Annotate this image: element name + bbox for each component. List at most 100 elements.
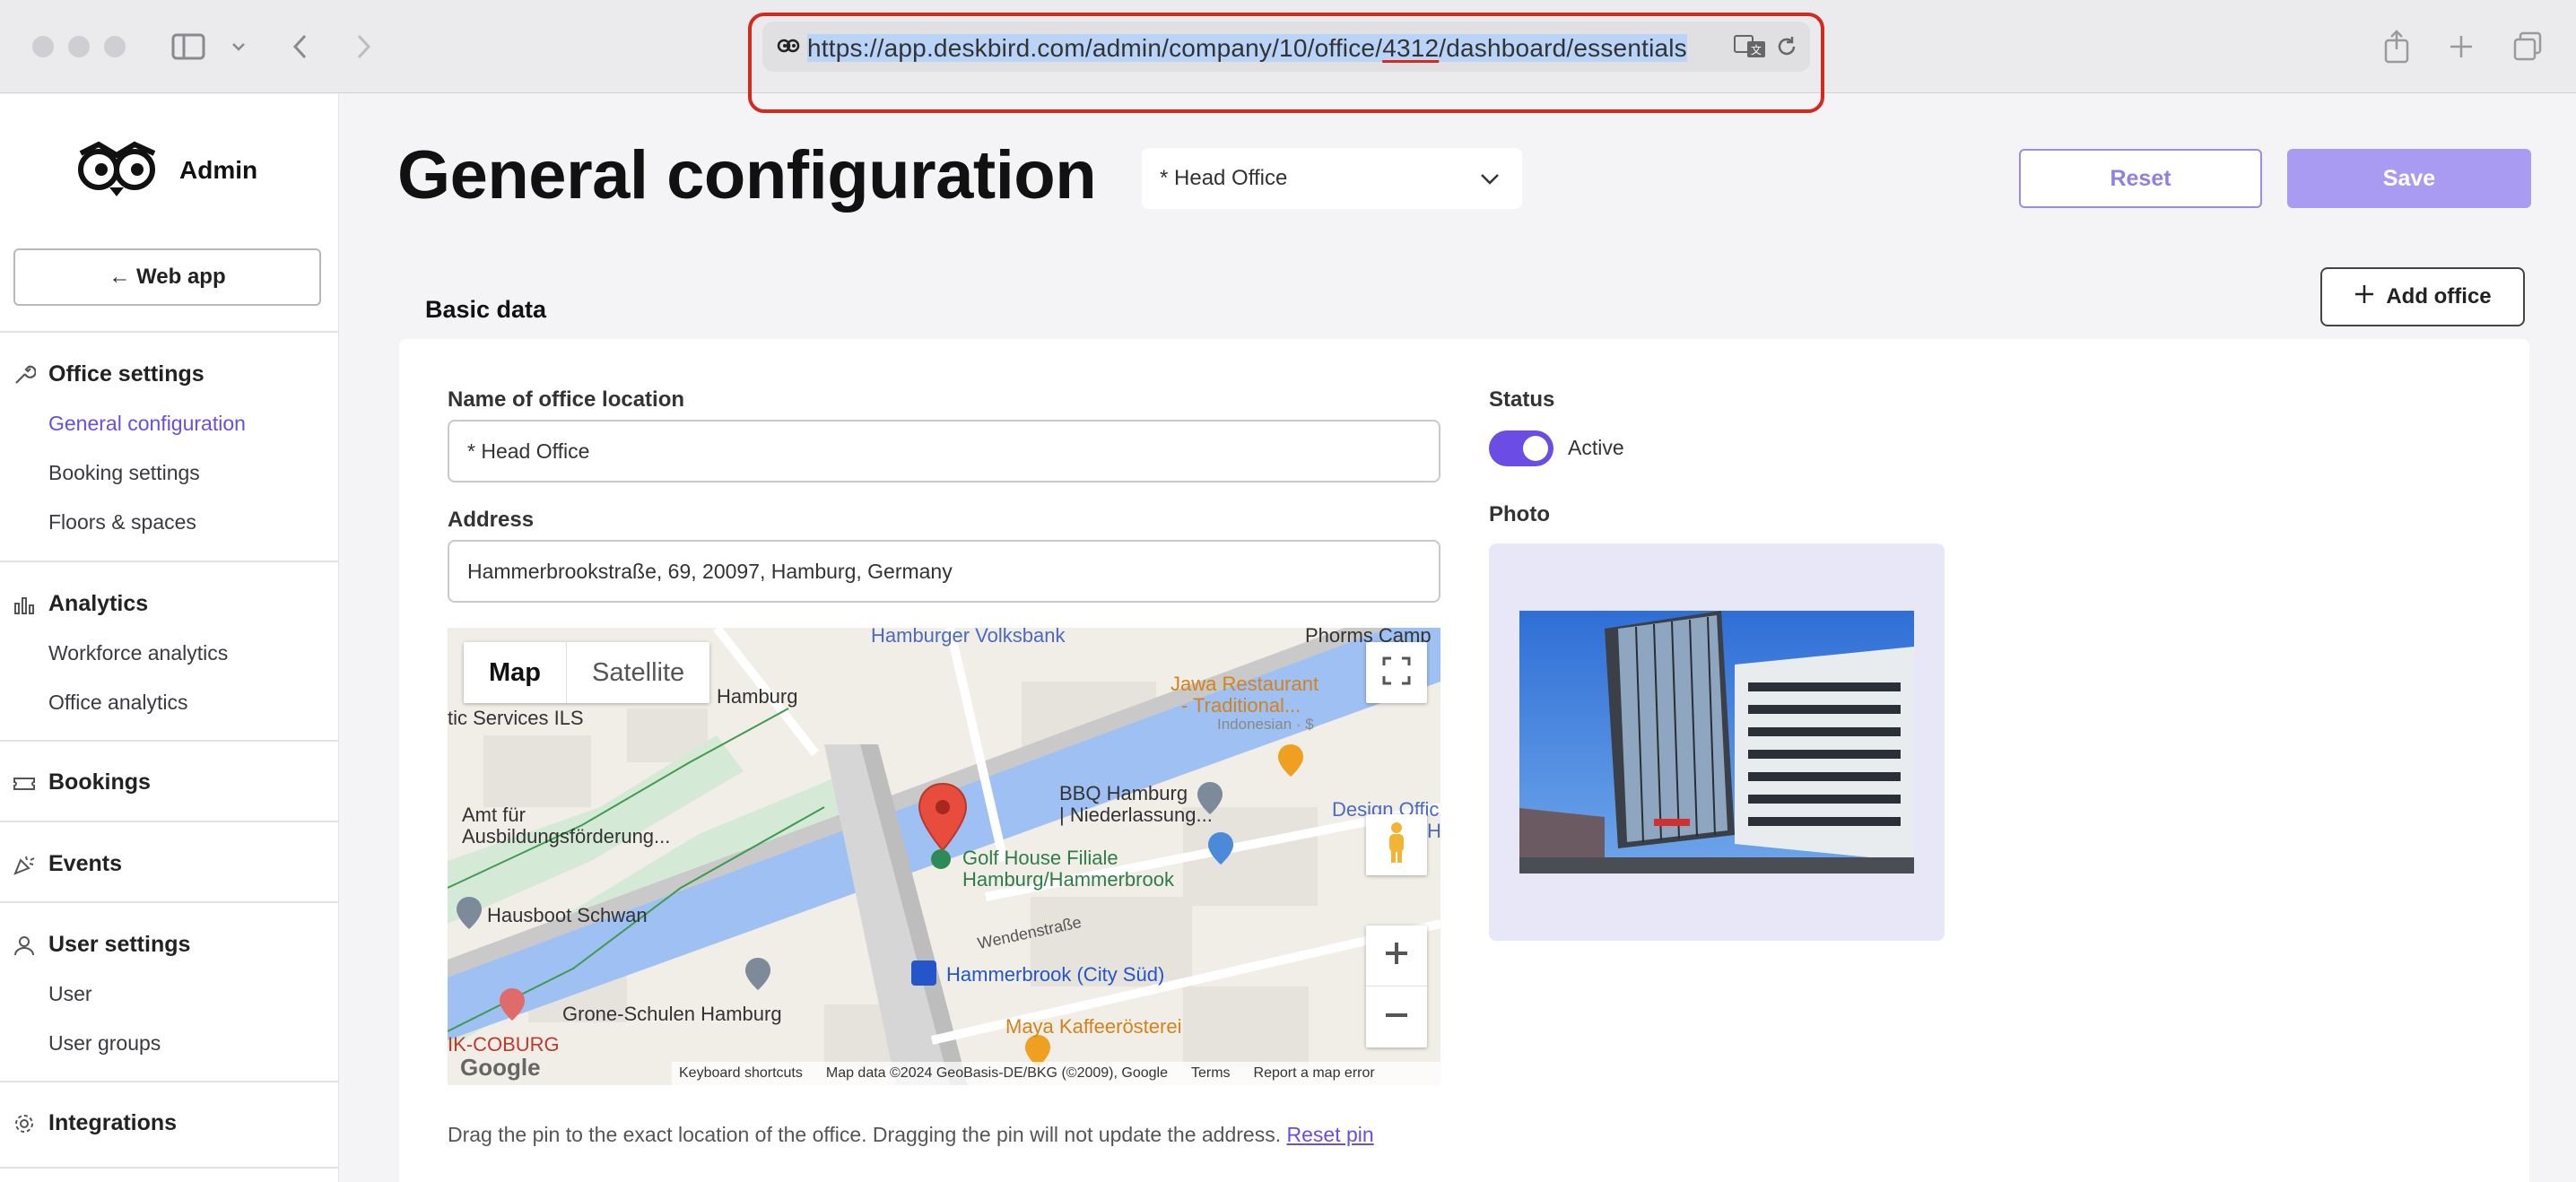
reset-pin-link[interactable]: Reset pin <box>1287 1123 1374 1146</box>
sidebar-section-user-settings[interactable]: User settings <box>48 932 190 958</box>
map-label-jawa-3: Indonesian · $ <box>1217 716 1314 733</box>
toggle-knob <box>1523 436 1548 461</box>
chevron-down-icon <box>1479 168 1501 193</box>
map-label-bbq: BBQ Hamburg <box>1059 782 1188 804</box>
golf-poi-icon <box>930 848 952 874</box>
map-type-tabs: Map Satellite <box>464 642 710 703</box>
school-poi-icon <box>744 956 772 996</box>
bar-chart-icon <box>13 593 36 616</box>
sidebar-section-analytics[interactable]: Analytics <box>48 591 148 617</box>
report-map-error-link[interactable]: Report a map error <box>1254 1065 1375 1082</box>
sidebar-item-office-analytics[interactable]: Office analytics <box>48 691 188 715</box>
divider <box>0 821 339 822</box>
zoom-window-button[interactable] <box>104 36 126 57</box>
new-tab-icon[interactable] <box>2441 27 2481 66</box>
map-label-volksbank: Hamburger Volksbank <box>871 628 1066 647</box>
map-help-message: Drag the pin to the exact location of th… <box>448 1123 1282 1146</box>
tab-map[interactable]: Map <box>464 642 567 703</box>
cog-icon <box>13 1112 36 1135</box>
tab-overview-icon[interactable] <box>2508 27 2547 66</box>
share-icon[interactable] <box>2377 27 2416 66</box>
sidebar-section-integrations[interactable]: Integrations <box>48 1110 177 1136</box>
sidebar-toggle-icon[interactable] <box>169 27 208 66</box>
tab-satellite[interactable]: Satellite <box>567 642 709 703</box>
office-name-value: * Head Office <box>467 439 590 463</box>
red-location-pin-icon[interactable] <box>916 782 970 858</box>
office-name-label: Name of office location <box>448 387 685 412</box>
divider <box>0 1081 339 1082</box>
map-label-station: Hammerbrook (City Süd) <box>946 963 1165 986</box>
sidebar-item-user-groups[interactable]: User groups <box>48 1031 161 1056</box>
map-label-bbq-2: | Niederlassung... <box>1059 804 1213 826</box>
address-value: Hammerbrookstraße, 69, 20097, Hamburg, G… <box>467 559 953 583</box>
plus-icon <box>1383 940 1410 971</box>
map-label-jawa: Jawa Restaurant <box>1171 673 1319 695</box>
sidebar-item-booking-settings[interactable]: Booking settings <box>48 461 200 485</box>
terms-link[interactable]: Terms <box>1191 1065 1231 1082</box>
fullscreen-icon <box>1382 656 1411 690</box>
logo-text: Admin <box>179 155 258 184</box>
minus-icon <box>1383 1002 1410 1033</box>
save-button[interactable]: Save <box>2287 149 2531 208</box>
divider <box>0 561 339 562</box>
location-map[interactable]: Hamburger Volksbank Phorms Camp Hamburg … <box>448 628 1440 1085</box>
hospital-poi-icon <box>498 986 527 1027</box>
keyboard-shortcuts-link[interactable]: Keyboard shortcuts <box>679 1065 803 1082</box>
sidebar-item-general-configuration[interactable]: General configuration <box>48 412 246 436</box>
reset-button[interactable]: Reset <box>2019 149 2262 208</box>
browser-toolbar: https://app.deskbird.com/admin/company/1… <box>0 0 2576 113</box>
map-data-text: Map data ©2024 GeoBasis-DE/BKG (©2009), … <box>825 1065 1168 1081</box>
divider <box>0 901 339 903</box>
address-label: Address <box>448 508 535 532</box>
plus-icon <box>2354 283 2375 311</box>
back-icon[interactable] <box>280 27 319 66</box>
map-label-jawa-2: - Traditional... <box>1181 694 1301 717</box>
add-office-button[interactable]: Add office <box>2320 267 2525 326</box>
zoom-in-button[interactable] <box>1366 926 1427 986</box>
divider <box>0 331 339 333</box>
sidebar-item-floors-spaces[interactable]: Floors & spaces <box>48 510 196 535</box>
web-app-button[interactable]: ← Web app <box>13 248 321 306</box>
station-icon <box>910 960 937 991</box>
status-toggle[interactable] <box>1489 430 1553 466</box>
sidebar-item-workforce-analytics[interactable]: Workforce analytics <box>48 641 228 665</box>
sidebar-section-events[interactable]: Events <box>48 851 122 877</box>
party-icon <box>13 853 36 876</box>
sidebar-section-bookings[interactable]: Bookings <box>48 769 151 795</box>
status-label: Status <box>1489 387 1555 412</box>
map-help-text: Drag the pin to the exact location of th… <box>448 1123 1374 1147</box>
sidebar-section-office-settings[interactable]: Office settings <box>48 361 205 387</box>
pegman-icon <box>1383 821 1410 870</box>
office-select[interactable]: * Head Office <box>1142 148 1522 209</box>
street-view-button[interactable] <box>1366 814 1427 875</box>
map-attribution: Keyboard shortcuts Map data ©2024 GeoBas… <box>672 1062 1440 1085</box>
minimize-window-button[interactable] <box>68 36 90 57</box>
chevron-down-icon[interactable] <box>221 27 257 66</box>
map-label-hausboot: Hausboot Schwan <box>487 904 648 926</box>
wrench-icon <box>13 363 37 387</box>
map-label-amt-2: Ausbildungsförderung... <box>462 825 671 847</box>
address-input[interactable]: Hammerbrookstraße, 69, 20097, Hamburg, G… <box>448 540 1440 603</box>
forward-icon[interactable] <box>344 27 384 66</box>
url-annotation-box <box>748 13 1824 113</box>
sidebar: Admin ← Web app Office settings General … <box>0 94 339 1182</box>
photo-dropzone[interactable] <box>1489 543 1945 941</box>
map-label-amt: Amt für <box>462 804 526 826</box>
divider <box>0 740 339 742</box>
office-name-input[interactable]: * Head Office <box>448 420 1440 482</box>
office-select-value: * Head Office <box>1160 166 1288 190</box>
status-value: Active <box>1568 436 1624 459</box>
zoom-controls <box>1366 926 1427 1047</box>
logo[interactable]: Admin <box>72 137 257 203</box>
basic-data-heading: Basic data <box>425 296 547 323</box>
fullscreen-button[interactable] <box>1366 642 1427 703</box>
map-label-grone: Grone-Schulen Hamburg <box>562 1003 782 1025</box>
close-window-button[interactable] <box>32 36 54 57</box>
map-label-golf: Golf House Filiale <box>962 847 1118 869</box>
sidebar-item-user[interactable]: User <box>48 982 92 1006</box>
user-icon <box>13 934 36 957</box>
zoom-out-button[interactable] <box>1366 986 1427 1047</box>
map-label-golf-2: Hamburg/Hammerbrook <box>962 868 1174 891</box>
office-photo <box>1519 611 1914 873</box>
map-label-services: tic Services ILS <box>448 707 584 729</box>
